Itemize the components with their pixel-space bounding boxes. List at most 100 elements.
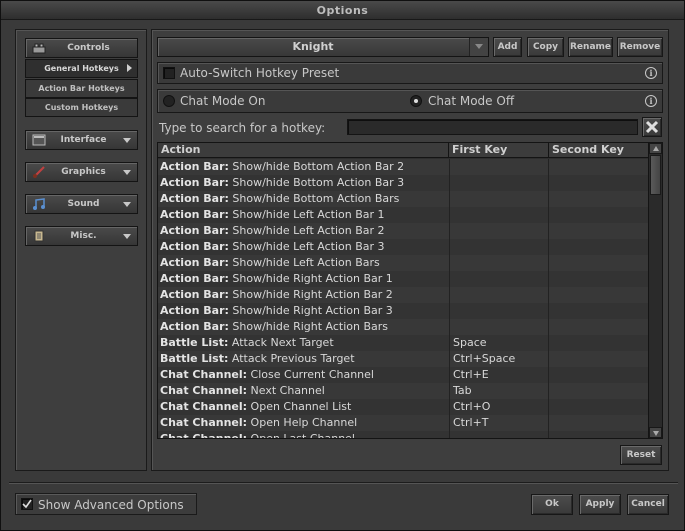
second-key-cell[interactable] <box>548 159 648 175</box>
action-name: Open Last Channel <box>250 432 355 439</box>
table-row[interactable]: Chat Channel: Open Help Channel Ctrl+T <box>158 415 648 431</box>
table-row[interactable]: Action Bar: Show/hide Bottom Action Bar … <box>158 175 648 191</box>
second-key-cell[interactable] <box>548 239 648 255</box>
sidebar-misc-button[interactable]: Misc. <box>25 226 138 246</box>
second-key-cell[interactable] <box>548 223 648 239</box>
first-key-cell[interactable] <box>449 239 548 255</box>
table-row[interactable]: Action Bar: Show/hide Left Action Bars <box>158 255 648 271</box>
advanced-options-toggle[interactable]: Show Advanced Options <box>15 493 197 515</box>
action-cell: Chat Channel: Open Last Channel <box>158 431 448 439</box>
sidebar-interface-button[interactable]: Interface <box>25 130 138 150</box>
first-key-cell[interactable] <box>449 207 548 223</box>
second-key-cell[interactable] <box>548 175 648 191</box>
first-key-cell[interactable]: Ctrl+Space <box>449 351 548 367</box>
scroll-down-button[interactable] <box>649 427 662 438</box>
search-input[interactable] <box>347 119 638 135</box>
action-category: Action Bar: <box>160 288 229 301</box>
autoswitch-checkbox[interactable] <box>163 67 175 79</box>
sidebar-item-custom-hotkeys[interactable]: Custom Hotkeys <box>25 98 138 117</box>
first-key-cell[interactable]: Ctrl+T <box>449 415 548 431</box>
action-cell: Action Bar: Show/hide Right Action Bar 3 <box>158 303 448 319</box>
sidebar-graphics-button[interactable]: Graphics <box>25 162 138 182</box>
column-header-first-key[interactable]: First Key <box>449 143 549 158</box>
second-key-cell[interactable] <box>548 287 648 303</box>
reset-button[interactable]: Reset <box>620 445 662 465</box>
cancel-button[interactable]: Cancel <box>627 494 669 515</box>
table-row[interactable]: Chat Channel: Next Channel Tab <box>158 383 648 399</box>
action-name: Show/hide Bottom Action Bar 2 <box>232 160 405 173</box>
second-key-cell[interactable] <box>548 351 648 367</box>
first-key-cell[interactable] <box>449 191 548 207</box>
first-key-cell[interactable]: Space <box>449 335 548 351</box>
preset-dropdown[interactable]: Knight <box>157 37 489 57</box>
action-category: Action Bar: <box>160 224 229 237</box>
clear-search-button[interactable] <box>642 117 662 137</box>
table-row[interactable]: Action Bar: Show/hide Right Action Bar 3 <box>158 303 648 319</box>
add-preset-button[interactable]: Add <box>493 37 522 57</box>
first-key-cell[interactable] <box>449 303 548 319</box>
close-icon <box>645 120 659 134</box>
first-key-cell[interactable] <box>449 255 548 271</box>
second-key-cell[interactable] <box>548 431 648 438</box>
first-key-cell[interactable] <box>449 159 548 175</box>
first-key-cell[interactable]: Ctrl+E <box>449 367 548 383</box>
remove-preset-button[interactable]: Remove <box>617 37 663 57</box>
table-row[interactable]: Action Bar: Show/hide Right Action Bar 2 <box>158 287 648 303</box>
sidebar-sound-button[interactable]: Sound <box>25 194 138 214</box>
action-cell: Chat Channel: Open Help Channel <box>158 415 448 431</box>
copy-preset-button[interactable]: Copy <box>527 37 564 57</box>
table-row[interactable]: Chat Channel: Open Channel List Ctrl+O <box>158 399 648 415</box>
second-key-cell[interactable] <box>548 271 648 287</box>
scroll-up-button[interactable] <box>649 143 662 154</box>
info-icon[interactable]: i <box>645 67 657 79</box>
first-key-cell[interactable] <box>449 271 548 287</box>
second-key-cell[interactable] <box>548 399 648 415</box>
action-category: Action Bar: <box>160 272 229 285</box>
second-key-cell[interactable] <box>548 415 648 431</box>
second-key-cell[interactable] <box>548 207 648 223</box>
info-icon[interactable]: i <box>645 95 657 107</box>
action-cell: Action Bar: Show/hide Bottom Action Bar … <box>158 175 448 191</box>
first-key-cell[interactable] <box>449 431 548 438</box>
second-key-cell[interactable] <box>548 255 648 271</box>
chat-mode-off-radio[interactable] <box>410 95 422 107</box>
second-key-cell[interactable] <box>548 367 648 383</box>
table-row[interactable]: Action Bar: Show/hide Bottom Action Bar … <box>158 159 648 175</box>
table-row[interactable]: Chat Channel: Close Current Channel Ctrl+… <box>158 367 648 383</box>
table-row[interactable]: Action Bar: Show/hide Right Action Bar 1 <box>158 271 648 287</box>
first-key-cell[interactable]: Tab <box>449 383 548 399</box>
second-key-cell[interactable] <box>548 335 648 351</box>
apply-button[interactable]: Apply <box>579 494 621 515</box>
table-row[interactable]: Action Bar: Show/hide Left Action Bar 2 <box>158 223 648 239</box>
second-key-cell[interactable] <box>548 191 648 207</box>
dropdown-button[interactable] <box>469 38 488 56</box>
first-key-cell[interactable] <box>449 319 548 335</box>
music-note-icon <box>33 198 45 210</box>
first-key-cell[interactable] <box>449 175 548 191</box>
column-header-second-key[interactable]: Second Key <box>549 143 648 158</box>
second-key-cell[interactable] <box>548 303 648 319</box>
chat-mode-on-radio[interactable] <box>163 95 175 107</box>
second-key-cell[interactable] <box>548 319 648 335</box>
rename-preset-button[interactable]: Rename <box>568 37 613 57</box>
column-header-action[interactable]: Action <box>158 143 449 158</box>
advanced-options-checkbox[interactable] <box>21 498 33 510</box>
table-row[interactable]: Battle List: Attack Next Target Space <box>158 335 648 351</box>
sidebar-item-general-hotkeys[interactable]: General Hotkeys <box>25 59 138 78</box>
scroll-thumb[interactable] <box>650 155 661 195</box>
sidebar-item-action-bar-hotkeys[interactable]: Action Bar Hotkeys <box>25 79 138 98</box>
table-scrollbar[interactable] <box>648 143 662 438</box>
table-row[interactable]: Action Bar: Show/hide Left Action Bar 1 <box>158 207 648 223</box>
first-key-cell[interactable]: Ctrl+O <box>449 399 548 415</box>
table-row[interactable]: Action Bar: Show/hide Left Action Bar 3 <box>158 239 648 255</box>
sidebar-controls-button[interactable]: Controls <box>25 38 138 58</box>
table-row[interactable]: Action Bar: Show/hide Bottom Action Bars <box>158 191 648 207</box>
ok-button[interactable]: Ok <box>531 494 573 515</box>
first-key-cell[interactable] <box>449 223 548 239</box>
table-row[interactable]: Battle List: Attack Previous Target Ctrl+… <box>158 351 648 367</box>
second-key-cell[interactable] <box>548 383 648 399</box>
table-row[interactable]: Action Bar: Show/hide Right Action Bars <box>158 319 648 335</box>
action-name: Show/hide Right Action Bar 3 <box>232 304 393 317</box>
first-key-cell[interactable] <box>449 287 548 303</box>
table-row[interactable]: Chat Channel: Open Last Channel <box>158 431 648 439</box>
